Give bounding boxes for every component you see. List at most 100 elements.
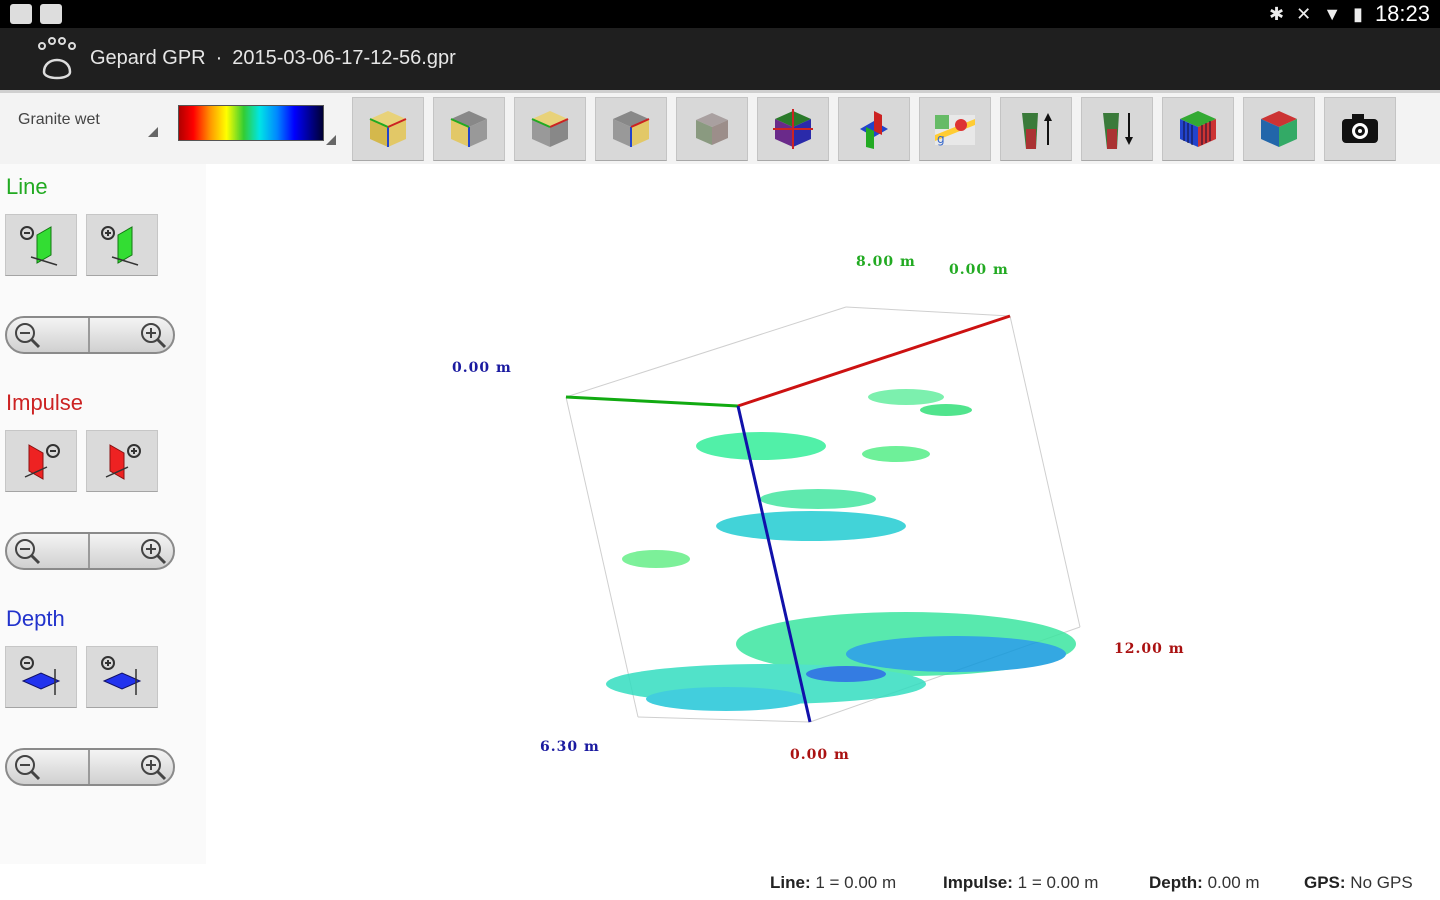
volume-grid-button[interactable] [1162,97,1234,161]
impulse-zoom-plus[interactable] [90,534,173,568]
depth-zoom-minus[interactable] [7,750,90,784]
depth-plane-minus-icon [20,656,61,695]
depth-status-value: 0.00 m [1207,873,1260,892]
axis-label-depth-max: 6.30 m [540,739,600,755]
axes-button[interactable] [838,97,910,161]
camera-icon [1342,114,1378,143]
depth-status: Depth: 0.00 m [1149,873,1260,893]
line-status-value: 1 = 0.00 m [815,873,897,892]
impulse-section-title: Impulse [6,390,84,415]
left-panel: Line Impulse Depth [0,164,206,864]
zoom-in-icon [141,755,167,781]
line-plane-plus-icon [101,226,139,266]
toolbar: Granite wet g [0,90,1440,164]
depth-zoom-in-button[interactable] [86,646,158,708]
view-right-icon [613,111,650,147]
gpr-reflections [606,389,1076,711]
app-logo-icon[interactable] [34,36,82,84]
dropdown-arrow-icon [148,127,158,137]
colormap-gradient [178,105,324,141]
depth-plane-plus-icon [101,656,142,695]
wifi-icon: ▼ [1323,3,1342,24]
line-zoom-plus[interactable] [90,318,173,352]
zoom-out-icon [15,755,41,781]
volume-solid-button[interactable] [1243,97,1315,161]
app-title: Gepard GPR · 2015-03-06-17-12-56.gpr [90,47,456,70]
depth-section-title: Depth [6,606,65,631]
impulse-zoom-control [5,532,175,570]
view-left-icon [531,111,569,147]
line-zoom-control [5,316,175,354]
maps-button[interactable]: g [919,97,991,161]
status-bar: ✱ ✕ ▼ ▮ 18:23 [0,0,1440,28]
axis-label-line-origin: 0.00 m [949,262,1009,278]
depth-status-label: Depth: [1149,873,1203,892]
svg-text:g: g [937,132,945,146]
dropdown-arrow-icon [326,135,336,145]
depth-down-icon [1103,113,1133,149]
line-zoom-minus[interactable] [7,318,90,352]
impulse-zoom-out-button[interactable] [5,430,77,492]
depth-up-button[interactable] [1000,97,1072,161]
bluetooth-icon: ✱ [1269,3,1285,24]
zoom-out-icon [15,323,41,349]
view-right-button[interactable] [595,97,667,161]
mute-icon: ✕ [1296,3,1312,24]
view-left-button[interactable] [514,97,586,161]
camera-button[interactable] [1324,97,1396,161]
line-status: Line: 1 = 0.00 m [770,873,896,893]
line-status-label: Line: [770,873,811,892]
gps-status-value: No GPS [1350,873,1413,892]
view-front-button[interactable] [352,97,424,161]
axis-label-impulse-origin: 0.00 m [790,747,850,763]
impulse-plane-minus-icon [24,444,60,480]
battery-icon: ▮ [1353,3,1363,24]
impulse-plane-plus-icon [105,444,141,480]
volume-solid-icon [1261,111,1297,147]
material-selected: Granite wet [18,111,100,128]
impulse-status: Impulse: 1 = 0.00 m [943,873,1098,893]
view-front-icon [369,111,407,147]
impulse-zoom-in-button[interactable] [86,430,158,492]
maps-icon: g [935,115,975,146]
impulse-status-label: Impulse: [943,873,1013,892]
file-name: 2015-03-06-17-12-56.gpr [232,47,456,69]
y-axis-line [565,395,739,408]
depth-up-icon [1022,113,1052,149]
gpr-3d-viewport[interactable]: 8.00 m 0.00 m 0.00 m 12.00 m 6.30 m 0.00… [206,164,1440,864]
zoom-in-icon [141,323,167,349]
axes-icon [860,111,888,149]
depth-zoom-control [5,748,175,786]
volume-grid-icon [1180,111,1216,147]
clock: 18:23 [1374,1,1430,26]
view-solid-icon [696,113,728,145]
gallery-icon [10,4,32,24]
axis-label-depth-origin: 0.00 m [452,360,512,376]
slices-button[interactable] [757,97,829,161]
line-section-title: Line [6,174,48,199]
impulse-status-value: 1 = 0.00 m [1017,873,1099,892]
x-axis-line [737,314,1011,408]
depth-zoom-plus[interactable] [90,750,173,784]
zoom-out-icon [15,539,41,565]
view-solid-button[interactable] [676,97,748,161]
footer-status: Line: 1 = 0.00 m Impulse: 1 = 0.00 m Dep… [0,864,1440,900]
view-back-icon [450,111,487,147]
title-separator: · [215,47,223,69]
slices-icon [773,109,813,149]
axis-label-impulse-max: 12.00 m [1114,641,1185,657]
axis-label-line-max: 8.00 m [856,254,916,270]
depth-zoom-out-button[interactable] [5,646,77,708]
screenshot-icon [40,4,62,24]
depth-down-button[interactable] [1081,97,1153,161]
material-dropdown[interactable]: Granite wet [8,99,164,139]
line-zoom-out-button[interactable] [5,214,77,276]
gps-status: GPS: No GPS [1304,873,1413,893]
zoom-in-icon [141,539,167,565]
app-name: Gepard GPR [90,47,206,69]
view-back-button[interactable] [433,97,505,161]
impulse-zoom-minus[interactable] [7,534,90,568]
colormap-dropdown[interactable] [178,105,338,145]
line-plane-minus-icon [20,226,58,266]
line-zoom-in-button[interactable] [86,214,158,276]
